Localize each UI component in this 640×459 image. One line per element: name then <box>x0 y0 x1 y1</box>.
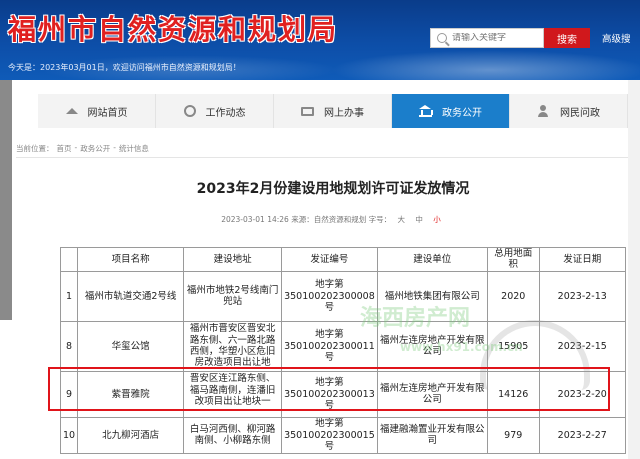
column-header: 建设地址 <box>183 247 283 272</box>
right-background-strip <box>628 80 640 459</box>
breadcrumb-statistics[interactable]: 统计信息 <box>119 143 149 154</box>
nav-item-home[interactable]: 网站首页 <box>38 94 156 128</box>
build-address: 白马河西侧、柳河路南侧、小柳路东侧 <box>183 416 283 454</box>
nav-item-label: 网站首页 <box>87 107 128 119</box>
column-header: 总用地面积 <box>486 247 540 272</box>
main-nav: 网站首页 工作动态 网上办事 政务公开 网民问政 <box>38 94 628 128</box>
build-unit: 福建融瀚置业开发有限公司 <box>376 416 488 454</box>
breadcrumb-gov-disclosure[interactable]: 政务公开 <box>80 143 110 154</box>
font-size-small-button[interactable]: 小 <box>433 215 441 224</box>
article-date: 2023-03-01 14:26 <box>221 215 289 224</box>
font-size-medium-button[interactable]: 中 <box>415 215 423 224</box>
gear-icon <box>183 105 196 117</box>
column-header: 项目名称 <box>77 247 185 272</box>
permit-number: 地字第350100202300008号 <box>281 270 378 322</box>
project-name: 华玺公馆 <box>77 320 185 372</box>
table-row: 10 北九柳河酒店 白马河西侧、柳河路南侧、小柳路东侧 地字第350100202… <box>59 416 626 454</box>
issue-date: 2023-2-20 <box>538 370 626 418</box>
nav-item-work-news[interactable]: 工作动态 <box>156 94 274 128</box>
build-address-cell: 晋安区连江路东侧、福马路南侧，连潘旧改项目出让地块一 <box>183 370 283 418</box>
monitor-icon <box>301 106 314 116</box>
article-meta: 2023-03-01 14:26 来源：自然资源和规划 字号： 大 中 小 <box>38 214 628 225</box>
issue-date: 2023-2-27 <box>538 416 626 454</box>
table-row: 9 紫晋雅院 晋安区连江路东侧、福马路南侧，连潘旧改项目出让地块一 地字第350… <box>59 370 626 418</box>
permit-number: 地字第350100202300015号 <box>284 418 375 453</box>
breadcrumb: 当前位置： 首页 - 政务公开 - 统计信息 <box>16 143 149 154</box>
column-header: 建设单位 <box>376 247 488 272</box>
breadcrumb-separator: - <box>74 143 78 152</box>
home-icon <box>65 108 78 114</box>
nav-item-label: 工作动态 <box>205 107 246 119</box>
issue-date: 2023-2-15 <box>538 320 626 372</box>
land-area: 15905 <box>486 320 540 372</box>
breadcrumb-home[interactable]: 首页 <box>57 143 72 154</box>
land-area: 2020 <box>486 270 540 322</box>
table-row: 8 华玺公馆 福州市晋安区晋安北路东侧、六一路北路西侧，华塑小区危旧房改造项目出… <box>59 320 626 372</box>
table-row: 1 福州市轨道交通2号线 福州市地铁2号线南门兜站 地字第35010020230… <box>59 270 626 322</box>
bank-icon <box>419 105 433 117</box>
header-cloud-decoration <box>330 50 640 80</box>
row-number: 10 <box>59 416 79 454</box>
site-logo-title[interactable]: 福州市自然资源和规划局 <box>8 8 338 48</box>
column-header <box>59 247 79 272</box>
row-number: 8 <box>59 320 79 372</box>
build-address: 晋安区连江路东侧、福马路南侧，连潘旧改项目出让地块一 <box>189 373 276 408</box>
left-background-strip <box>0 80 12 320</box>
person-icon <box>537 105 550 117</box>
build-address-cell: 福州市晋安区晋安北路东侧、六一路北路西侧，华塑小区危旧房改造项目出让地 <box>183 320 283 372</box>
font-size-large-button[interactable]: 大 <box>397 215 405 224</box>
build-unit: 福州左连房地产开发有限公司 <box>376 370 488 418</box>
font-size-label: 字号： <box>368 215 392 224</box>
breadcrumb-label: 当前位置： <box>16 144 54 153</box>
permit-number: 地字第350100202300011号 <box>281 320 378 372</box>
land-area: 14126 <box>486 370 540 418</box>
breadcrumb-divider <box>16 157 628 158</box>
project-name: 紫晋雅院 <box>77 370 185 418</box>
build-unit: 福州左连房地产开发有限公司 <box>376 320 488 372</box>
welcome-text: 今天是：2023年03月01日，欢迎访问福州市自然资源和规划局！ <box>8 63 241 72</box>
article-source: 来源：自然资源和规划 <box>291 215 367 224</box>
build-address: 福州市地铁2号线南门兜站 <box>183 270 283 322</box>
row-number: 9 <box>59 370 79 418</box>
permit-number: 地字第350100202300013号 <box>281 370 378 418</box>
build-unit: 福州地铁集团有限公司 <box>376 270 488 322</box>
nav-item-label: 网民问政 <box>560 107 600 119</box>
nav-item-label: 网上办事 <box>324 107 364 119</box>
permit-table: 项目名称 建设地址 发证编号 建设单位 总用地面积 发证日期 1 福州市轨道交通… <box>59 247 626 454</box>
article-title: 2023年2月份建设用地规划许可证发放情况 <box>196 181 470 197</box>
nav-item-gov-disclosure[interactable]: 政务公开 <box>392 94 510 128</box>
nav-item-online-services[interactable]: 网上办事 <box>274 94 392 128</box>
table-header-row: 项目名称 建设地址 发证编号 建设单位 总用地面积 发证日期 <box>59 247 626 272</box>
build-address: 福州市晋安区晋安北路东侧、六一路北路西侧，华塑小区危旧房改造项目出让地 <box>189 323 276 369</box>
permit-number-cell: 地字第350100202300015号 <box>281 416 378 454</box>
search-box[interactable] <box>430 28 544 48</box>
site-header: 福州市自然资源和规划局 搜索 高级搜 今天是：2023年03月01日，欢迎访问福… <box>0 0 640 80</box>
advanced-search-link[interactable]: 高级搜 <box>602 31 631 45</box>
row-number: 1 <box>59 270 79 322</box>
column-header: 发证编号 <box>281 247 378 272</box>
land-area: 979 <box>486 416 540 454</box>
column-header: 发证日期 <box>538 247 626 272</box>
nav-item-label: 政务公开 <box>442 107 482 119</box>
search-input[interactable] <box>452 33 540 43</box>
project-name: 北九柳河酒店 <box>77 416 185 454</box>
breadcrumb-separator: - <box>113 143 116 152</box>
nav-item-public-inquiry[interactable]: 网民问政 <box>510 94 628 128</box>
search-icon <box>437 33 447 43</box>
project-name: 福州市轨道交通2号线 <box>77 270 185 322</box>
search-button[interactable]: 搜索 <box>544 28 590 48</box>
issue-date: 2023-2-13 <box>538 270 626 322</box>
